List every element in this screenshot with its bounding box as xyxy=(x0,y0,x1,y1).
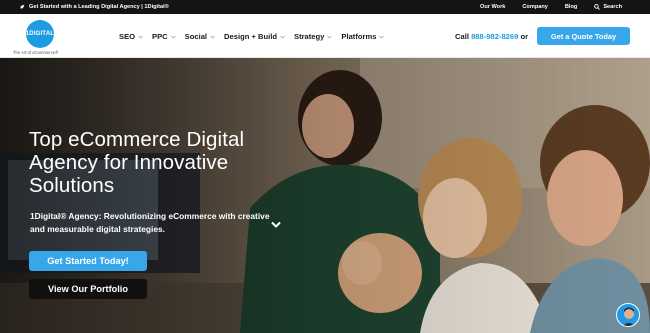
nav-ppc[interactable]: PPC xyxy=(152,32,176,41)
nav-design-build[interactable]: Design + Build xyxy=(224,32,285,41)
chat-avatar-button[interactable] xyxy=(616,303,640,327)
get-started-button[interactable]: Get Started Today! xyxy=(29,251,147,271)
chevron-down-icon xyxy=(170,35,176,38)
rocket-icon xyxy=(20,4,25,9)
our-work-link[interactable]: Our Work xyxy=(480,4,505,10)
site-logo[interactable]: 1DIGITAL xyxy=(26,20,54,48)
search-icon xyxy=(594,4,601,10)
call-prefix: Call xyxy=(455,32,469,41)
chevron-down-icon xyxy=(379,35,385,38)
nav-platforms-label: Platforms xyxy=(341,32,377,41)
nav-platforms[interactable]: Platforms xyxy=(341,32,385,41)
chevron-down-icon xyxy=(138,35,143,38)
nav-strategy-label: Strategy xyxy=(294,32,325,41)
nav-social-label: Social xyxy=(184,32,208,41)
main-nav: SEO PPC Social Design + Build Strategy P… xyxy=(119,32,393,41)
search-button[interactable]: Search xyxy=(594,4,622,10)
chevron-down-icon xyxy=(327,35,333,38)
call-suffix: or xyxy=(520,32,529,41)
hero-section: Top eCommerce Digital Agency for Innovat… xyxy=(0,58,650,333)
call-cta: Call 888-982-8269 or xyxy=(455,32,528,41)
chevron-down-icon[interactable] xyxy=(271,221,281,229)
view-portfolio-button[interactable]: View Our Portfolio xyxy=(29,279,147,299)
get-quote-button[interactable]: Get a Quote Today xyxy=(537,27,630,45)
hero-title: Top eCommerce Digital Agency for Innovat… xyxy=(29,128,245,197)
top-bar: Get Started with a Leading Digital Agenc… xyxy=(0,0,650,14)
promo-text: Get Started with a Leading Digital Agenc… xyxy=(29,4,169,10)
nav-social[interactable]: Social xyxy=(185,32,215,41)
blog-link[interactable]: Blog xyxy=(565,4,577,10)
logo-text: 1DIGITAL xyxy=(25,31,55,37)
logo-tagline: The Art of eCommerce® xyxy=(13,50,59,55)
company-link[interactable]: Company xyxy=(522,4,548,10)
promo-link[interactable]: Get Started with a Leading Digital Agenc… xyxy=(19,4,169,10)
nav-seo[interactable]: SEO xyxy=(119,32,143,41)
main-header: 1DIGITAL The Art of eCommerce® SEO PPC S… xyxy=(0,14,650,58)
chevron-down-icon xyxy=(280,35,285,38)
chevron-down-icon xyxy=(210,35,215,38)
search-label: Search xyxy=(603,4,622,10)
nav-seo-label: SEO xyxy=(119,32,136,41)
nav-ppc-label: PPC xyxy=(152,32,168,41)
nav-design-build-label: Design + Build xyxy=(224,32,277,41)
phone-link[interactable]: 888-982-8269 xyxy=(471,32,518,41)
hero-subtitle: 1Digital® Agency: Revolutionizing eComme… xyxy=(30,211,270,234)
nav-strategy[interactable]: Strategy xyxy=(294,32,333,41)
